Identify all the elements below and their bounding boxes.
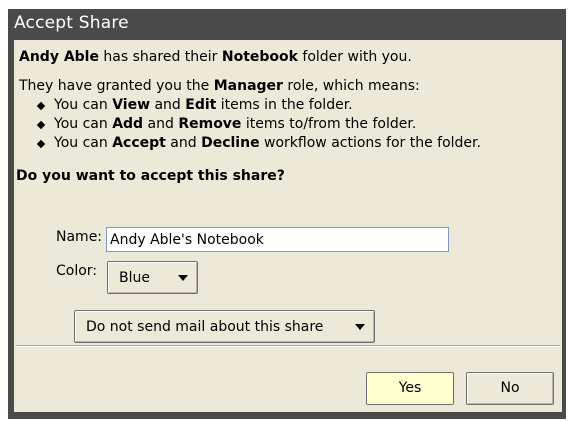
chevron-down-icon [355,324,365,330]
color-dropdown[interactable]: Blue [107,261,198,294]
permission-bullet-view-edit: You can View and Edit items in the folde… [54,97,353,113]
no-button[interactable]: No [466,372,554,405]
chevron-down-icon [178,275,188,281]
intro-text: Andy Able has shared their Notebook fold… [19,49,412,65]
permission-bullet-add-remove: You can Add and Remove items to/from the… [54,116,417,132]
name-field[interactable] [106,227,449,252]
accept-share-dialog: Accept Share Andy Able has shared their … [8,9,566,419]
name-label: Name: [56,229,103,245]
mail-option-dropdown[interactable]: Do not send mail about this share [74,310,375,343]
divider [16,345,560,347]
yes-button[interactable]: Yes [366,372,454,405]
dialog-body: Andy Able has shared their Notebook fold… [14,40,562,412]
color-dropdown-value: Blue [119,270,150,286]
accept-question: Do you want to accept this share? [16,168,285,184]
permission-bullet-accept-decline: You can Accept and Decline workflow acti… [54,135,481,151]
bullet-icon [36,139,46,149]
dialog-title[interactable]: Accept Share [8,9,566,37]
role-name: Manager [213,78,283,94]
role-text: They have granted you the Manager role, … [19,78,420,94]
mail-option-value: Do not send mail about this share [86,319,324,335]
folder-name: Notebook [221,49,298,65]
owner-name: Andy Able [19,49,99,65]
bullet-icon [36,101,46,111]
color-label: Color: [56,263,98,279]
bullet-icon [36,120,46,130]
